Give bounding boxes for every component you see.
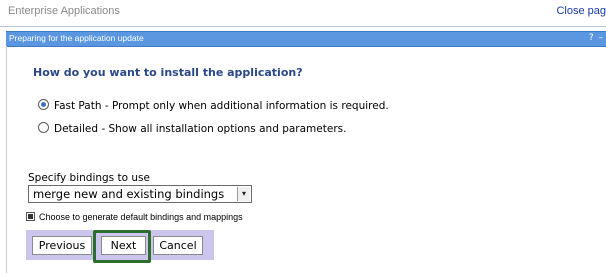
detailed-label: Detailed - Show all installation options… <box>54 123 347 135</box>
cancel-button[interactable]: Cancel <box>153 236 203 255</box>
generate-bindings-option[interactable]: Choose to generate default bindings and … <box>26 212 243 222</box>
generate-bindings-checkbox[interactable] <box>26 212 35 221</box>
detailed-radio[interactable] <box>38 122 49 133</box>
top-bar: Enterprise Applications Close pag <box>0 0 606 27</box>
panel-titlebar: Preparing for the application update ? – <box>6 31 606 47</box>
bindings-label: Specify bindings to use <box>28 172 150 184</box>
chevron-down-icon[interactable]: ▾ <box>237 187 250 201</box>
next-button-highlight <box>93 230 151 263</box>
fast-path-radio[interactable] <box>38 99 49 110</box>
app-title: Enterprise Applications <box>8 5 120 17</box>
bindings-select[interactable]: merge new and existing bindings ▾ <box>28 185 252 203</box>
previous-button[interactable]: Previous <box>32 236 92 255</box>
install-question: How do you want to install the applicati… <box>33 66 303 79</box>
panel-title: Preparing for the application update <box>9 33 144 43</box>
generate-bindings-label: Choose to generate default bindings and … <box>39 212 243 222</box>
help-minimize-icons[interactable]: ? – <box>589 33 604 43</box>
bindings-select-value: merge new and existing bindings <box>33 187 225 201</box>
fast-path-option[interactable]: Fast Path - Prompt only when additional … <box>38 99 389 112</box>
close-page-link[interactable]: Close pag <box>556 5 606 17</box>
detailed-option[interactable]: Detailed - Show all installation options… <box>38 122 346 135</box>
fast-path-label: Fast Path - Prompt only when additional … <box>54 100 389 112</box>
